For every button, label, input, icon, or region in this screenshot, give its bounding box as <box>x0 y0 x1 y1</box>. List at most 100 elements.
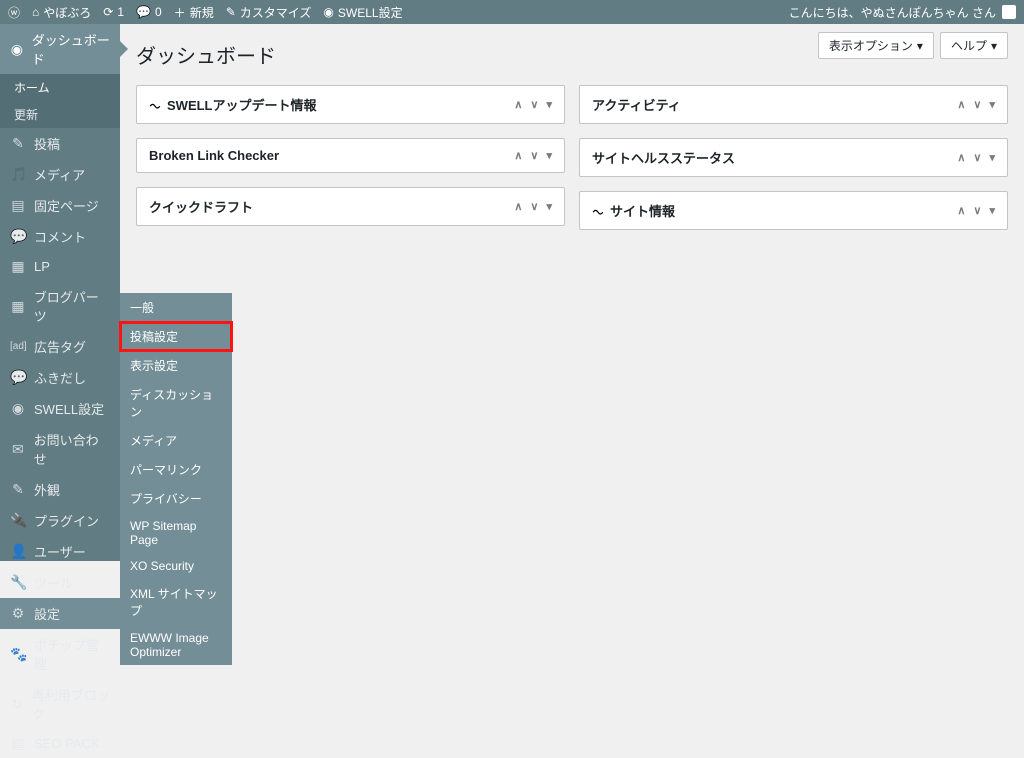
down-icon[interactable]: ∨ <box>530 98 538 111</box>
widget-title: Broken Link Checker <box>149 148 279 163</box>
up-icon[interactable]: ∧ <box>957 204 965 217</box>
down-icon[interactable]: ∨ <box>973 204 981 217</box>
toggle-icon[interactable]: ▾ <box>989 204 995 217</box>
widget-title: クイックドラフト <box>149 197 253 216</box>
page-icon: ▤ <box>10 197 26 214</box>
swell-mark-icon <box>149 99 161 111</box>
widget-swell-update: SWELLアップデート情報 ∧ ∨ ▾ <box>136 85 565 124</box>
toggle-icon[interactable]: ▾ <box>546 98 552 111</box>
toggle-icon[interactable]: ▾ <box>989 151 995 164</box>
menu-adtag[interactable]: [ad]広告タグ <box>0 331 120 362</box>
submenu-updates[interactable]: 更新 <box>0 101 120 128</box>
widget-title: サイト情報 <box>610 201 675 220</box>
flyout-reading[interactable]: 表示設定 <box>120 351 232 380</box>
settings-flyout: 一般 投稿設定 表示設定 ディスカッション メディア パーマリンク プライバシー… <box>120 293 232 665</box>
brush-icon: ✎ <box>10 481 26 498</box>
menu-settings[interactable]: ⚙設定 <box>0 598 120 629</box>
dashboard-icon: ◉ <box>10 41 24 58</box>
widget-title: SWELLアップデート情報 <box>167 95 317 114</box>
flyout-privacy[interactable]: プライバシー <box>120 484 232 513</box>
plugin-icon: 🔌 <box>10 512 26 529</box>
comments-link[interactable]: 💬 0 <box>136 5 162 19</box>
menu-plugins[interactable]: 🔌プラグイン <box>0 505 120 536</box>
flyout-general[interactable]: 一般 <box>120 293 232 322</box>
admin-sidebar: ◉ダッシュボード ホーム 更新 ✎投稿 🎵メディア ▤固定ページ 💬コメント ▦… <box>0 24 120 561</box>
swell-mark-icon <box>592 205 604 217</box>
reload-icon: ↻ <box>10 696 24 713</box>
blocks-icon: ▦ <box>10 298 26 315</box>
swell-link[interactable]: ◉ SWELL設定 <box>323 4 402 21</box>
updates-link[interactable]: ⟳ 1 <box>103 5 124 19</box>
flyout-sitemap[interactable]: WP Sitemap Page <box>120 513 232 553</box>
down-icon[interactable]: ∨ <box>973 151 981 164</box>
flyout-permalink[interactable]: パーマリンク <box>120 455 232 484</box>
admin-bar: ⓦ ⌂ やぼぶろ ⟳ 1 💬 0 ＋ 新規 ✎ カスタマイズ ◉ SWELL設定… <box>0 0 1024 24</box>
widget-sitehealth: サイトヘルスステータス ∧ ∨ ▾ <box>579 138 1008 177</box>
ad-icon: [ad] <box>10 341 26 352</box>
comment-icon: 💬 <box>10 228 26 245</box>
widget-title: サイトヘルスステータス <box>592 148 735 167</box>
flyout-xo[interactable]: XO Security <box>120 553 232 579</box>
menu-swell[interactable]: ◉SWELL設定 <box>0 393 120 424</box>
flyout-xml[interactable]: XML サイトマップ <box>120 579 232 625</box>
flyout-media[interactable]: メディア <box>120 426 232 455</box>
up-icon[interactable]: ∧ <box>514 149 522 162</box>
site-link[interactable]: ⌂ やぼぶろ <box>32 4 91 21</box>
help-button[interactable]: ヘルプ ▾ <box>940 32 1008 59</box>
menu-tools[interactable]: 🔧ツール <box>0 567 120 598</box>
bubble-icon: 💬 <box>10 369 26 386</box>
menu-appearance[interactable]: ✎外観 <box>0 474 120 505</box>
lp-icon: ▦ <box>10 258 26 275</box>
widget-quickdraft: クイックドラフト ∧ ∨ ▾ <box>136 187 565 226</box>
down-icon[interactable]: ∨ <box>530 149 538 162</box>
toggle-icon[interactable]: ▾ <box>546 149 552 162</box>
mail-icon: ✉ <box>10 441 26 458</box>
new-link[interactable]: ＋ 新規 <box>174 4 214 21</box>
gear-icon: ⚙ <box>10 605 26 622</box>
avatar[interactable] <box>1002 5 1016 19</box>
menu-pochipp[interactable]: 🐾ポチップ管理 <box>0 629 120 679</box>
menu-pages[interactable]: ▤固定ページ <box>0 190 120 221</box>
menu-fukidashi[interactable]: 💬ふきだし <box>0 362 120 393</box>
arrow-icon <box>120 41 128 57</box>
widget-title: アクティビティ <box>592 95 681 114</box>
user-icon: 👤 <box>10 543 26 560</box>
menu-blogparts[interactable]: ▦ブログパーツ <box>0 281 120 331</box>
menu-contact[interactable]: ✉お問い合わせ <box>0 424 120 474</box>
flyout-writing[interactable]: 投稿設定 <box>120 322 232 351</box>
wp-logo[interactable]: ⓦ <box>8 4 20 21</box>
tool-icon: 🔧 <box>10 574 26 591</box>
submenu-home[interactable]: ホーム <box>0 74 120 101</box>
file-icon: ▤ <box>10 735 26 752</box>
menu-dashboard[interactable]: ◉ダッシュボード <box>0 24 120 74</box>
swell-icon: ◉ <box>10 400 26 417</box>
up-icon[interactable]: ∧ <box>957 98 965 111</box>
widget-siteinfo: サイト情報 ∧ ∨ ▾ <box>579 191 1008 230</box>
screen-options-button[interactable]: 表示オプション ▾ <box>818 32 934 59</box>
menu-users[interactable]: 👤ユーザー <box>0 536 120 567</box>
greeting-text[interactable]: こんにちは、やぬさんぽんちゃん さん <box>789 4 996 21</box>
media-icon: 🎵 <box>10 166 26 183</box>
menu-lp[interactable]: ▦LP <box>0 252 120 281</box>
main-content: 表示オプション ▾ ヘルプ ▾ ダッシュボード SWELLアップデート情報 ∧∨… <box>120 24 1024 561</box>
toggle-icon[interactable]: ▾ <box>546 200 552 213</box>
flyout-discussion[interactable]: ディスカッション <box>120 380 232 426</box>
pin-icon: ✎ <box>10 135 26 152</box>
up-icon[interactable]: ∧ <box>957 151 965 164</box>
flyout-ewww[interactable]: EWWW Image Optimizer <box>120 625 232 665</box>
menu-reusable[interactable]: ↻再利用ブロック <box>0 679 120 729</box>
down-icon[interactable]: ∨ <box>973 98 981 111</box>
paw-icon: 🐾 <box>10 646 26 663</box>
widget-blc: Broken Link Checker ∧ ∨ ▾ <box>136 138 565 173</box>
menu-comments[interactable]: 💬コメント <box>0 221 120 252</box>
down-icon[interactable]: ∨ <box>530 200 538 213</box>
widget-activity: アクティビティ ∧ ∨ ▾ <box>579 85 1008 124</box>
dashboard-submenu: ホーム 更新 <box>0 74 120 128</box>
up-icon[interactable]: ∧ <box>514 200 522 213</box>
customize-link[interactable]: ✎ カスタマイズ <box>226 4 312 21</box>
menu-seopack[interactable]: ▤SEO PACK <box>0 729 120 758</box>
menu-media[interactable]: 🎵メディア <box>0 159 120 190</box>
menu-posts[interactable]: ✎投稿 <box>0 128 120 159</box>
up-icon[interactable]: ∧ <box>514 98 522 111</box>
toggle-icon[interactable]: ▾ <box>989 98 995 111</box>
